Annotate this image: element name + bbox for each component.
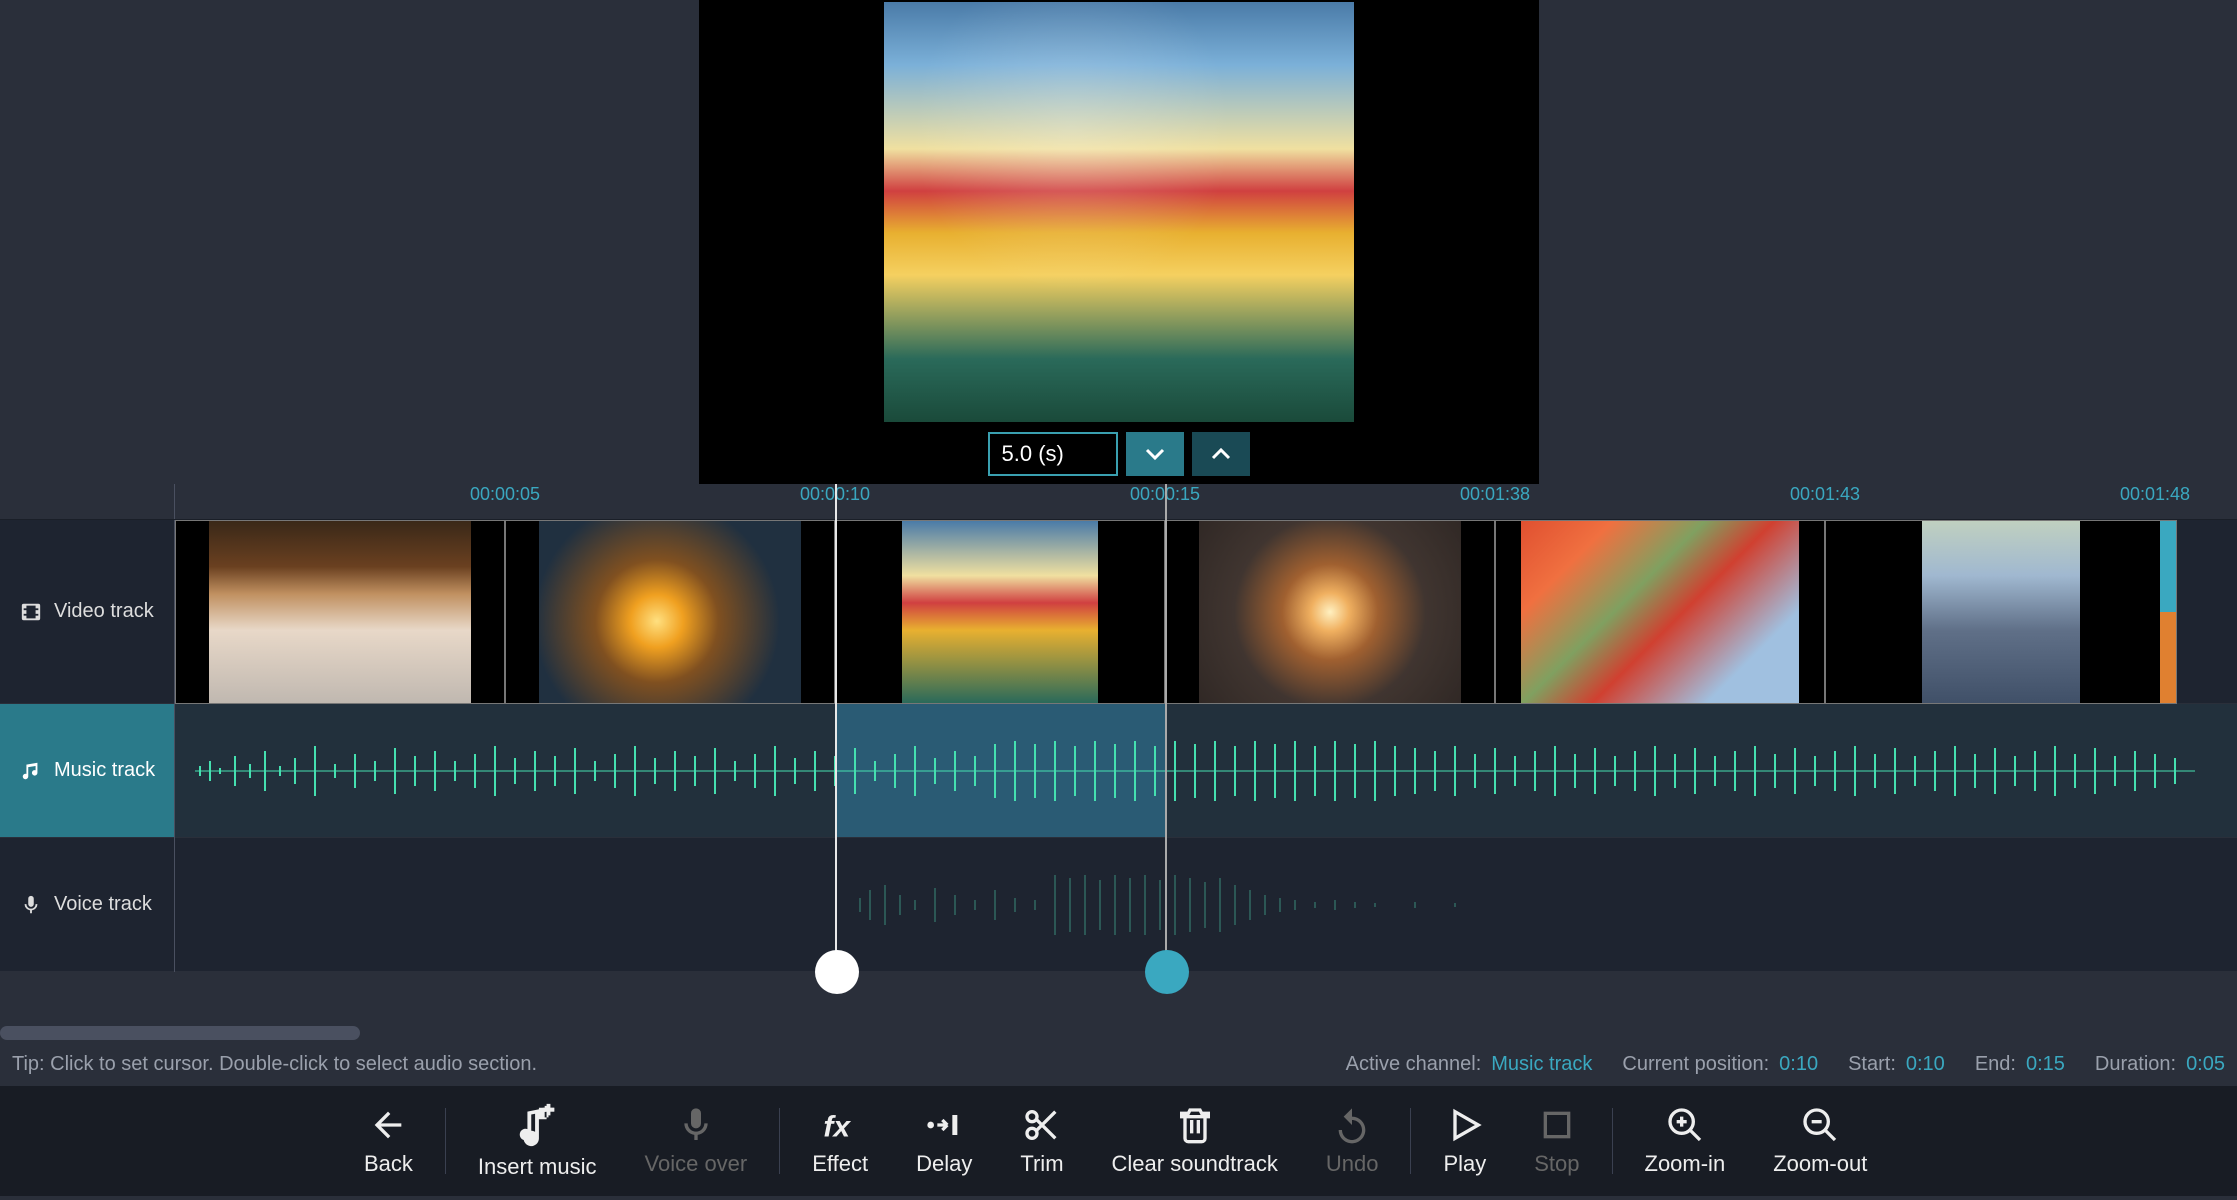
preview-area (0, 0, 2237, 484)
microphone-icon (20, 894, 42, 916)
music-waveform (195, 736, 2195, 806)
zoom-out-button[interactable]: Zoom-out (1749, 1086, 1891, 1196)
horizontal-scrollbar-track[interactable] (0, 1022, 2237, 1042)
voice-waveform (855, 870, 1495, 940)
scissors-icon (1022, 1105, 1062, 1145)
duration-input[interactable] (988, 432, 1118, 476)
music-plus-icon (514, 1102, 560, 1148)
status-start: Start: 0:10 (1848, 1053, 1945, 1076)
delay-icon (924, 1105, 964, 1145)
video-track-label[interactable]: Video track (0, 520, 174, 704)
horizontal-scrollbar-thumb[interactable] (0, 1026, 360, 1040)
film-icon (20, 601, 42, 623)
trash-icon (1175, 1105, 1215, 1145)
music-track-label[interactable]: Music track (0, 704, 174, 838)
duration-increase-button[interactable] (1192, 432, 1250, 476)
zoom-in-button[interactable]: Zoom-in (1621, 1086, 1750, 1196)
zoom-out-icon (1800, 1105, 1840, 1145)
video-clip[interactable] (1165, 520, 1495, 704)
playhead-end[interactable] (1165, 484, 1167, 972)
status-tip: Tip: Click to set cursor. Double-click t… (12, 1053, 537, 1076)
duration-decrease-button[interactable] (1126, 432, 1184, 476)
voice-track-row[interactable] (175, 838, 2237, 972)
ruler-tick: 00:01:38 (1460, 484, 1530, 505)
arrow-left-icon (368, 1105, 408, 1145)
timeline-tracks: Video track Music track Voice track (0, 520, 2237, 972)
status-duration: Duration: 0:05 (2095, 1053, 2225, 1076)
duration-bar (699, 424, 1539, 484)
music-note-icon (20, 760, 42, 782)
label-text: Music track (54, 759, 155, 782)
status-active-channel: Active channel: Music track (1346, 1053, 1593, 1076)
play-icon (1445, 1105, 1485, 1145)
status-end: End: 0:15 (1975, 1053, 2065, 1076)
bottom-toolbar: Back Insert music Voice over fx Effect D… (0, 1086, 2237, 1196)
label-text: Voice track (54, 893, 152, 916)
video-clip[interactable] (1825, 520, 2177, 704)
video-clip[interactable] (835, 520, 1165, 704)
timeline-ruler[interactable]: 00:00:05 00:00:10 00:00:15 00:01:38 00:0… (175, 484, 2237, 519)
voice-track-label[interactable]: Voice track (0, 838, 174, 972)
play-button[interactable]: Play (1419, 1086, 1510, 1196)
playhead-start-handle[interactable] (815, 950, 859, 994)
label-text: Video track (54, 600, 154, 623)
undo-icon (1332, 1105, 1372, 1145)
status-bar: Tip: Click to set cursor. Double-click t… (0, 1042, 2237, 1086)
video-clip[interactable] (505, 520, 835, 704)
ruler-tick: 00:01:43 (1790, 484, 1860, 505)
stop-button[interactable]: Stop (1510, 1086, 1603, 1196)
playhead-end-handle[interactable] (1145, 950, 1189, 994)
music-track-row[interactable] (175, 704, 2237, 838)
stop-icon (1537, 1105, 1577, 1145)
fx-icon: fx (820, 1105, 860, 1145)
timeline-ruler-row: 00:00:05 00:00:10 00:00:15 00:01:38 00:0… (0, 484, 2237, 520)
back-button[interactable]: Back (340, 1086, 437, 1196)
insert-music-button[interactable]: Insert music (454, 1086, 621, 1196)
svg-text:fx: fx (824, 1111, 852, 1144)
undo-button[interactable]: Undo (1302, 1086, 1403, 1196)
voice-over-button[interactable]: Voice over (621, 1086, 772, 1196)
preview-image (699, 0, 1539, 424)
track-content[interactable] (175, 520, 2237, 972)
clear-soundtrack-button[interactable]: Clear soundtrack (1088, 1086, 1302, 1196)
ruler-tick: 00:00:05 (470, 484, 540, 505)
effect-button[interactable]: fx Effect (788, 1086, 892, 1196)
preview-frame (699, 0, 1539, 484)
zoom-in-icon (1665, 1105, 1705, 1145)
microphone-icon (676, 1105, 716, 1145)
ruler-tick: 00:01:48 (2120, 484, 2190, 505)
chevron-up-icon (1209, 442, 1233, 466)
video-track-row[interactable] (175, 520, 2237, 704)
delay-button[interactable]: Delay (892, 1086, 996, 1196)
status-current-position: Current position: 0:10 (1622, 1053, 1818, 1076)
chevron-down-icon (1143, 442, 1167, 466)
playhead-start[interactable] (835, 484, 837, 972)
trim-button[interactable]: Trim (996, 1086, 1087, 1196)
video-clip[interactable] (1495, 520, 1825, 704)
video-clip[interactable] (175, 520, 505, 704)
